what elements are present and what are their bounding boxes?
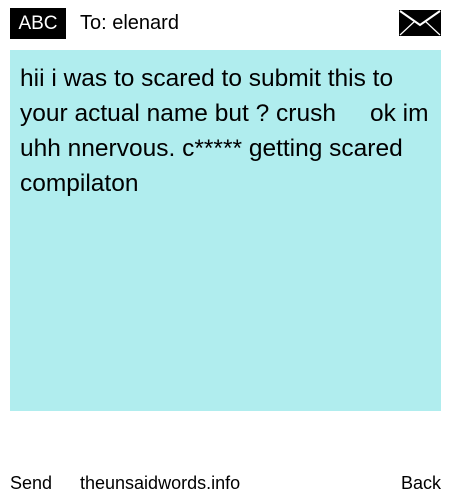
message-text: hii i was to scared to submit this to yo…	[20, 65, 429, 197]
back-button[interactable]: Back	[401, 470, 441, 496]
message-body-field[interactable]: hii i was to scared to submit this to yo…	[10, 50, 441, 411]
header-bar: ABC To: elenard	[0, 0, 450, 46]
envelope-icon	[399, 10, 441, 36]
softkey-bar: Send theunsaidwords.info Back	[0, 470, 450, 500]
recipient-line: To: elenard	[80, 12, 179, 34]
send-button[interactable]: Send	[10, 470, 52, 496]
input-mode-badge[interactable]: ABC	[10, 8, 66, 39]
site-link[interactable]: theunsaidwords.info	[80, 470, 240, 496]
